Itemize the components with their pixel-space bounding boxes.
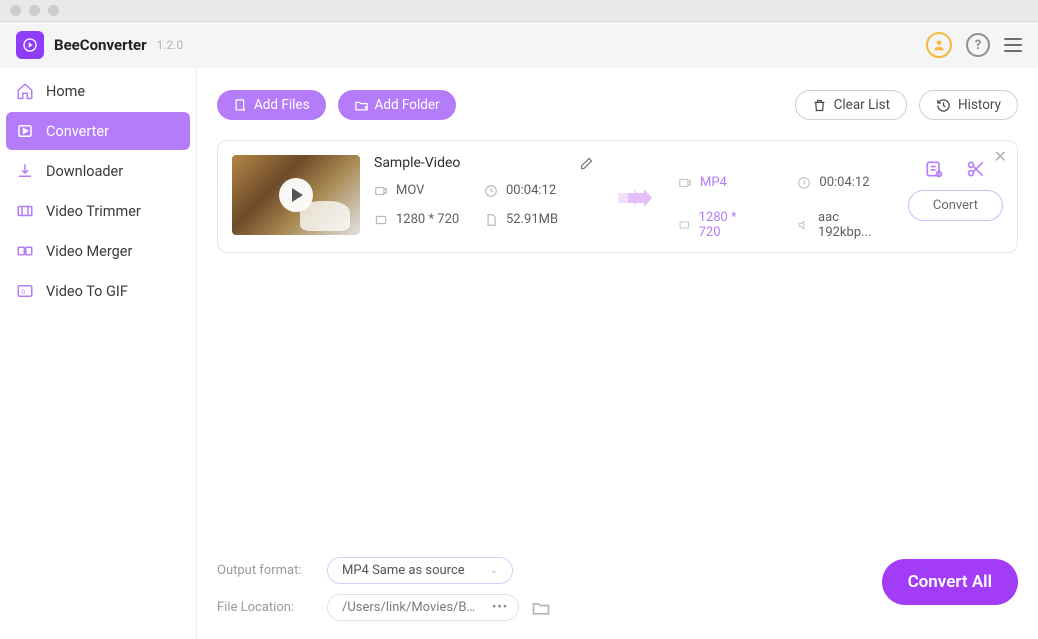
traffic-minimize[interactable]: [29, 5, 40, 16]
video-icon: [374, 184, 388, 198]
window-titlebar: [0, 0, 1038, 22]
sidebar-item-label: Home: [46, 83, 85, 100]
convert-button[interactable]: Convert: [908, 190, 1003, 221]
file-location-field: /Users/link/Movies/BeeC •••: [327, 594, 519, 621]
source-size: 52.91MB: [484, 212, 594, 227]
traffic-close[interactable]: [10, 5, 21, 16]
close-icon[interactable]: ✕: [994, 149, 1007, 165]
settings-list-icon[interactable]: [924, 159, 944, 179]
source-info: Sample-Video MOV 00:04:12 1280 * 720: [374, 155, 594, 240]
content-toolbar: Add Files Add Folder Clear List History: [217, 90, 1018, 120]
help-icon[interactable]: ?: [966, 33, 990, 57]
sidebar-item-home[interactable]: Home: [6, 72, 190, 110]
svg-text:G: G: [21, 289, 25, 296]
source-duration: 00:04:12: [484, 183, 594, 198]
add-folder-button[interactable]: Add Folder: [338, 90, 456, 120]
task-card: ✕ Sample-Video MOV 00:04:12: [217, 140, 1018, 253]
sidebar-item-label: Video Merger: [46, 243, 132, 260]
traffic-zoom[interactable]: [48, 5, 59, 16]
add-files-icon: [233, 98, 248, 113]
convert-all-button[interactable]: Convert All: [882, 559, 1018, 605]
resolution-icon: [678, 218, 691, 232]
home-icon: [16, 82, 34, 100]
target-resolution[interactable]: 1280 * 720: [678, 210, 755, 240]
merger-icon: [16, 242, 34, 260]
edit-icon[interactable]: [579, 156, 594, 171]
app-topbar: BeeConverter 1.2.0 ?: [0, 22, 1038, 68]
resolution-icon: [374, 213, 388, 227]
sidebar: Home Converter Downloader Video Trimmer …: [0, 68, 197, 639]
card-actions: Convert: [908, 159, 1003, 240]
sidebar-item-downloader[interactable]: Downloader: [6, 152, 190, 190]
open-folder-icon[interactable]: [531, 598, 551, 618]
sidebar-item-trimmer[interactable]: Video Trimmer: [6, 192, 190, 230]
file-icon: [484, 213, 498, 227]
history-button[interactable]: History: [919, 90, 1018, 120]
hamburger-menu-icon[interactable]: [1004, 38, 1022, 52]
scissors-icon[interactable]: [966, 159, 986, 179]
sidebar-item-converter[interactable]: Converter: [6, 112, 190, 150]
add-folder-icon: [354, 98, 369, 113]
target-duration: 00:04:12: [797, 175, 887, 190]
sidebar-item-label: Video Trimmer: [46, 203, 141, 220]
download-icon: [16, 162, 34, 180]
file-name: Sample-Video: [374, 155, 460, 171]
video-icon: [678, 176, 692, 190]
content-area: Add Files Add Folder Clear List History …: [197, 68, 1038, 639]
output-format-select[interactable]: MP4 Same as source ⌄: [327, 557, 513, 584]
target-format[interactable]: MP4: [678, 175, 755, 190]
output-format-label: Output format:: [217, 563, 315, 578]
clear-list-button[interactable]: Clear List: [795, 90, 907, 120]
file-location-label: File Location:: [217, 600, 315, 615]
sidebar-item-merger[interactable]: Video Merger: [6, 232, 190, 270]
history-icon: [936, 98, 951, 113]
account-icon[interactable]: [926, 32, 952, 58]
trash-icon: [812, 98, 827, 113]
chevron-down-icon: ⌄: [490, 565, 498, 576]
more-icon[interactable]: •••: [488, 600, 512, 615]
sidebar-item-label: Converter: [46, 123, 109, 140]
sidebar-item-label: Downloader: [46, 163, 123, 180]
app-version: 1.2.0: [157, 38, 184, 52]
source-format: MOV: [374, 183, 484, 198]
app-name: BeeConverter: [54, 36, 147, 54]
audio-icon: [797, 218, 810, 232]
video-thumbnail[interactable]: [232, 155, 360, 235]
clock-icon: [797, 176, 811, 190]
gif-icon: G: [16, 282, 34, 300]
source-resolution: 1280 * 720: [374, 212, 484, 227]
sidebar-item-gif[interactable]: G Video To GIF: [6, 272, 190, 310]
converter-icon: [16, 122, 34, 140]
add-files-button[interactable]: Add Files: [217, 90, 326, 120]
play-icon[interactable]: [279, 178, 313, 212]
sidebar-item-label: Video To GIF: [46, 283, 128, 300]
trimmer-icon: [16, 202, 34, 220]
target-audio[interactable]: aac 192kbp...: [797, 210, 887, 240]
app-logo: [16, 31, 44, 59]
target-info: MP4 1280 * 720 00:04:12 aac 192kbp...: [678, 155, 888, 240]
arrow-icon: [608, 155, 664, 240]
clock-icon: [484, 184, 498, 198]
